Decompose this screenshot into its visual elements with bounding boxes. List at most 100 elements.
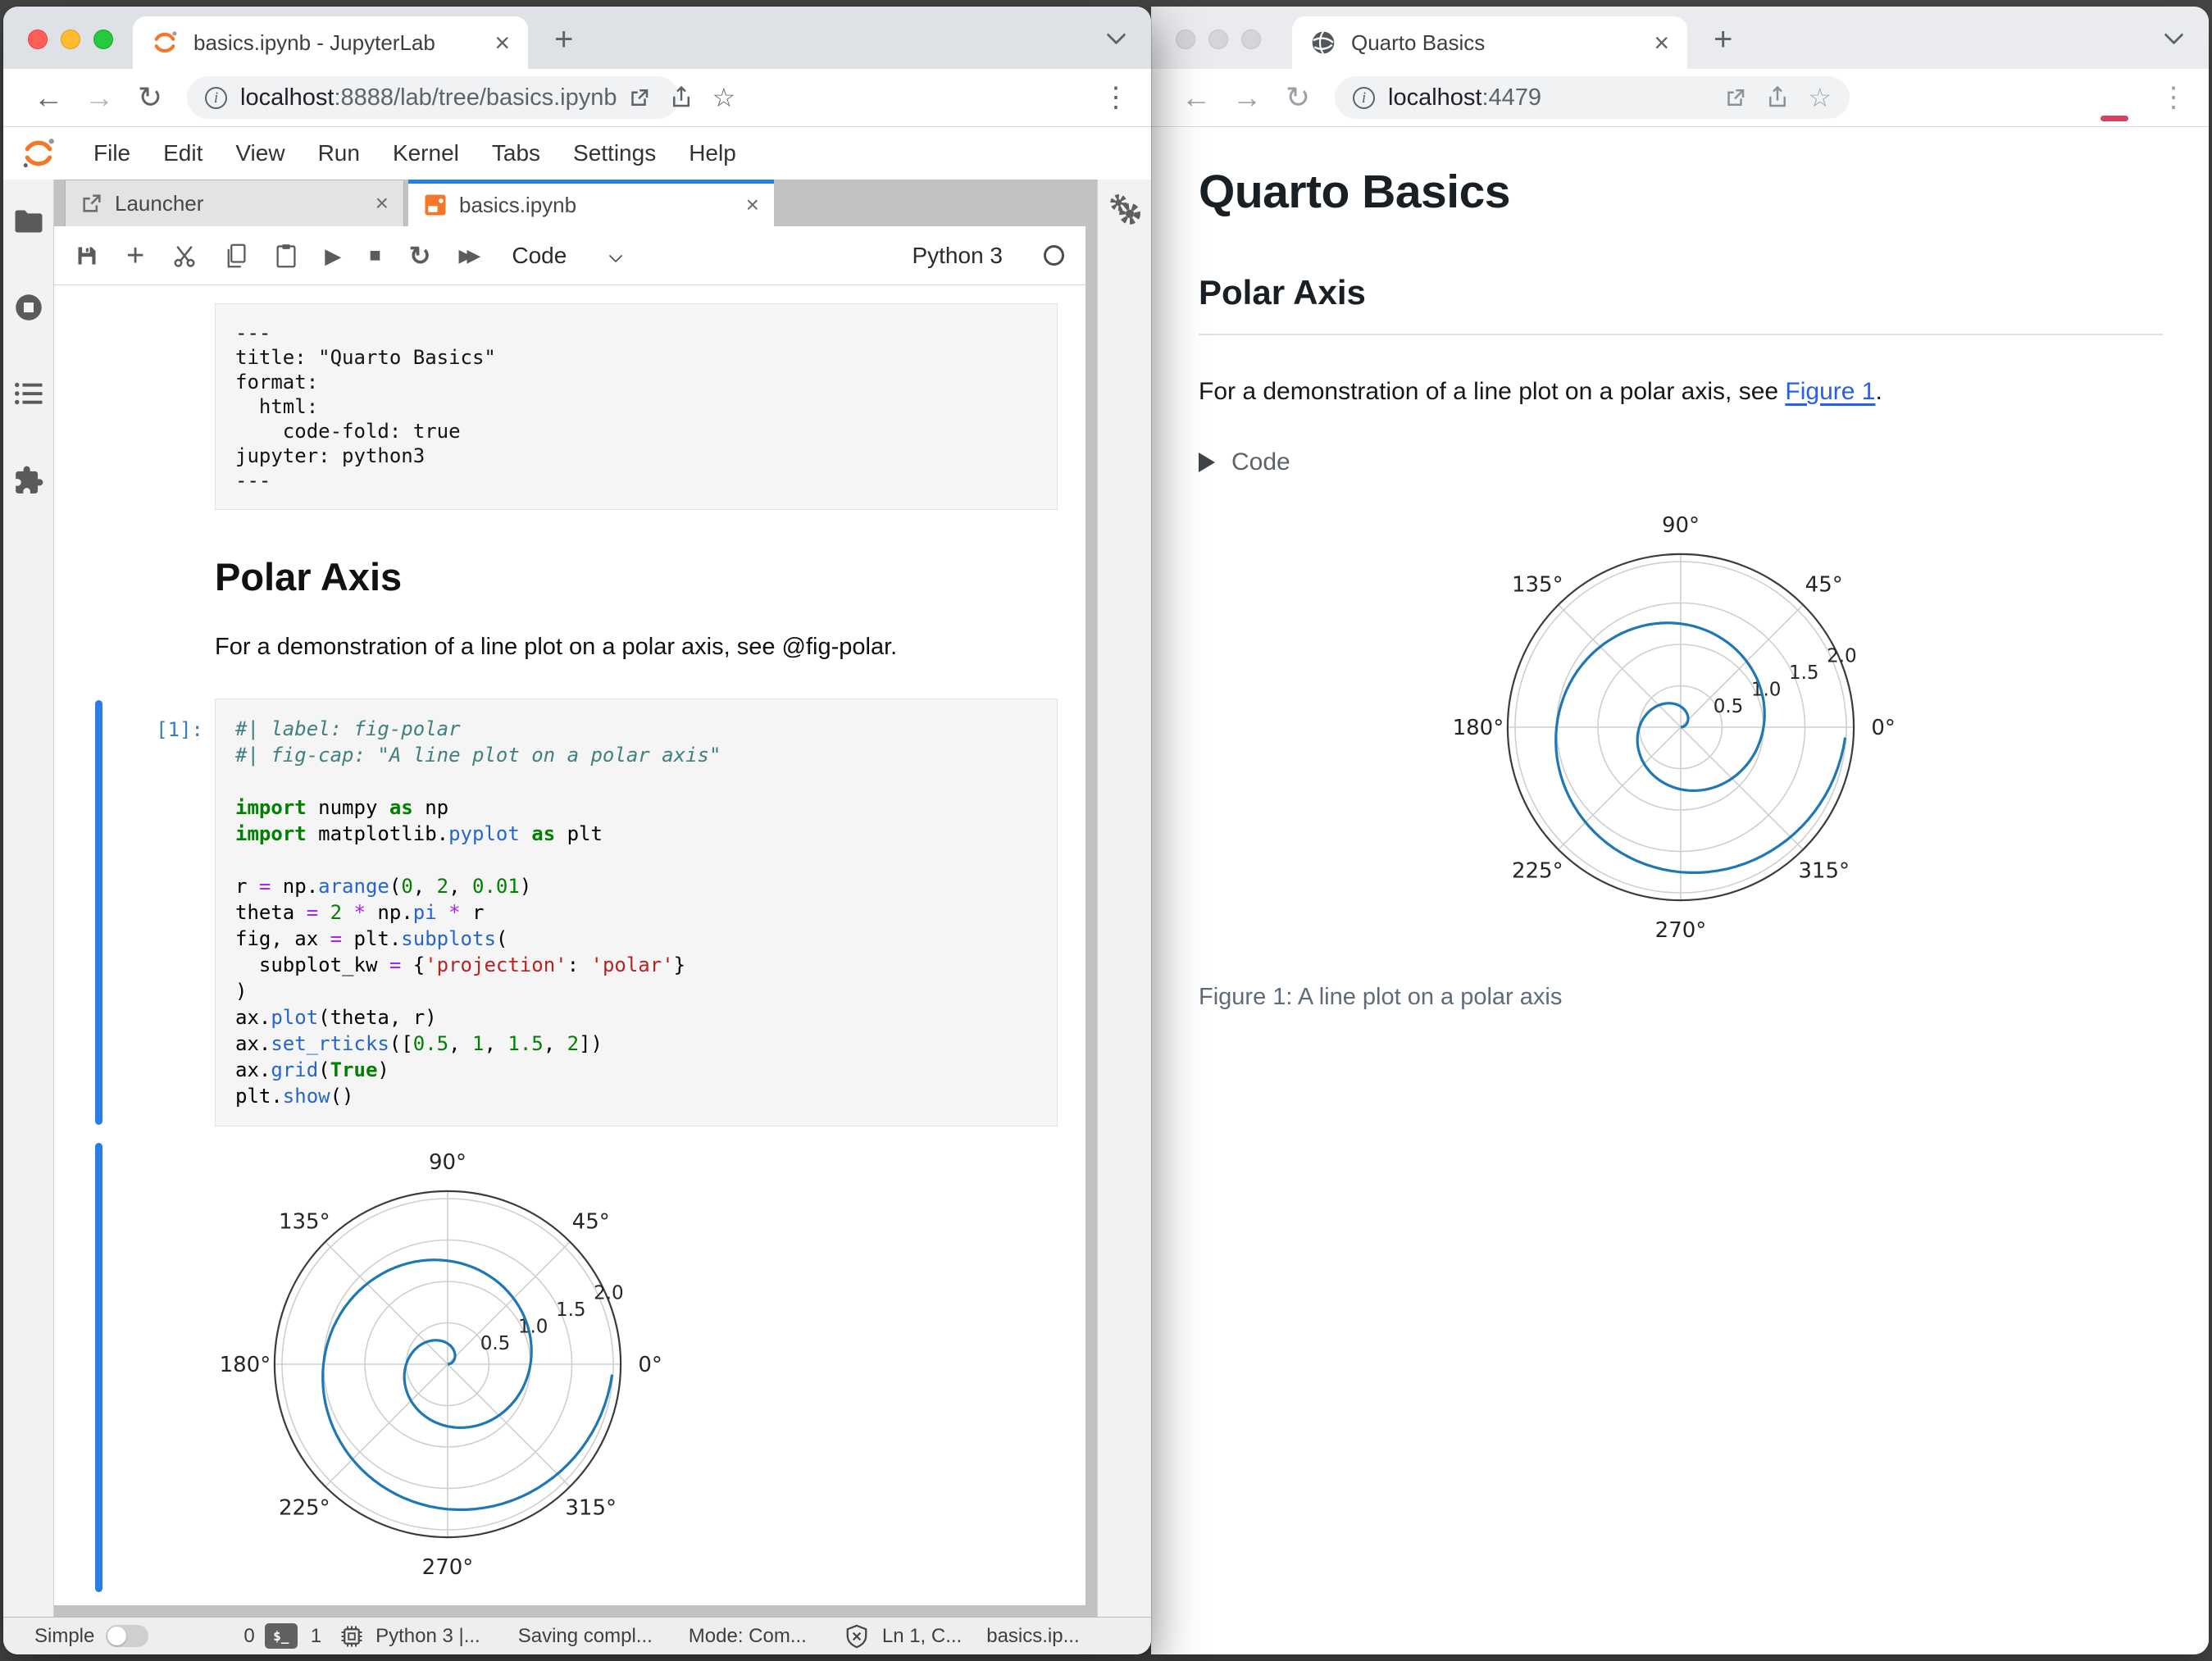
run-cell-icon[interactable]: ▶ <box>325 245 341 266</box>
browser-tab-quarto[interactable]: Quarto Basics × <box>1292 16 1687 69</box>
svg-text:270°: 270° <box>1655 918 1707 943</box>
terminal-count[interactable]: 0 <box>244 1625 254 1648</box>
svg-text:2.0: 2.0 <box>1827 646 1857 667</box>
menu-item-kernel[interactable]: Kernel <box>376 140 476 166</box>
copy-icon[interactable] <box>225 243 248 268</box>
raw-yaml-cell[interactable]: --- title: "Quarto Basics" format: html: c… <box>215 303 1058 510</box>
notebook-panel: + ▶ ■ ↻ ▶▶ Code Python 3 --- title: "Qua… <box>54 226 1086 1605</box>
cell-collapser[interactable] <box>95 700 102 1125</box>
paste-icon[interactable] <box>275 243 297 268</box>
zoom-window-button[interactable] <box>93 30 113 49</box>
new-tab-button[interactable]: + <box>554 21 573 58</box>
browser-menu-icon[interactable]: ⋮ <box>2160 81 2187 114</box>
cell-type-select[interactable]: Code <box>512 243 567 269</box>
open-in-new-icon[interactable] <box>1723 85 1747 110</box>
jupyterlab-browser-window: basics.ipynb - JupyterLab × + ← → ↻ i lo… <box>3 7 1151 1654</box>
page-title: Quarto Basics <box>1199 166 1510 218</box>
extension-badge <box>2100 116 2128 121</box>
site-info-icon[interactable]: i <box>1353 86 1375 109</box>
code-fold-disclosure[interactable]: Code <box>1199 448 2163 476</box>
stop-kernel-icon[interactable]: ■ <box>369 245 381 266</box>
cell-type-chevron-icon[interactable] <box>608 248 623 262</box>
menu-item-view[interactable]: View <box>219 140 301 166</box>
kernel-status-icon[interactable] <box>1044 245 1064 266</box>
menu-item-help[interactable]: Help <box>672 140 753 166</box>
new-tab-button[interactable]: + <box>1714 21 1732 58</box>
tab-close-icon[interactable]: × <box>375 190 389 216</box>
tab-launcher-label: Launcher <box>115 190 204 216</box>
figure-caption: Figure 1: A line plot on a polar axis <box>1199 984 1563 1010</box>
restart-kernel-icon[interactable]: ↻ <box>409 243 431 269</box>
svg-text:180°: 180° <box>1453 716 1504 740</box>
extension-manager-icon[interactable] <box>13 465 44 496</box>
kernel-status-text[interactable]: Python 3 |... <box>375 1625 480 1648</box>
share-icon[interactable] <box>669 85 694 110</box>
trust-shield-icon[interactable] <box>844 1624 869 1649</box>
bookmark-star-icon[interactable]: ☆ <box>712 84 735 111</box>
notebook-toolbar: + ▶ ■ ↻ ▶▶ Code Python 3 <box>54 226 1086 285</box>
menu-item-settings[interactable]: Settings <box>557 140 672 166</box>
cut-icon[interactable] <box>172 243 197 268</box>
svg-text:135°: 135° <box>1512 572 1563 597</box>
reload-icon[interactable]: ↻ <box>125 80 175 115</box>
browser-tabstrip: basics.ipynb - JupyterLab × + <box>3 7 1151 69</box>
svg-text:270°: 270° <box>422 1555 474 1580</box>
main-dock-panel: Launcher × basics.ipynb × + ▶ ■ ↻ ▶▶ Cod… <box>54 180 1097 1617</box>
tab-launcher[interactable]: Launcher × <box>65 180 404 226</box>
minimize-window-button[interactable] <box>1208 30 1228 49</box>
address-bar[interactable]: i localhost:4479 ☆ <box>1335 76 1850 119</box>
kernel-count[interactable]: 1 <box>311 1625 321 1648</box>
address-bar[interactable]: i localhost:8888/lab/tree/basics.ipynb ☆ <box>187 76 735 119</box>
open-in-new-icon[interactable] <box>626 85 651 110</box>
code-cell[interactable]: [1]: #| label: fig-polar #| fig-cap: "A l… <box>54 699 1086 1126</box>
kernel-name[interactable]: Python 3 <box>912 243 1003 269</box>
menubar-items: File Edit View Run Kernel Tabs Settings Help <box>77 140 753 166</box>
menu-item-tabs[interactable]: Tabs <box>476 140 557 166</box>
section-heading: Polar Axis <box>1199 273 2163 335</box>
browser-toolbar: ← → ↻ i localhost:8888/lab/tree/basics.i… <box>3 69 1151 127</box>
tab-close-icon[interactable]: × <box>746 192 759 218</box>
browser-tab-jupyterlab[interactable]: basics.ipynb - JupyterLab × <box>133 16 528 69</box>
output-cell: 0° 45° 90° 135° 180° 225° 270° 315° 0.5 1.0 1.5 2.0 <box>54 1141 1086 1594</box>
reload-icon[interactable]: ↻ <box>1272 80 1323 115</box>
tab-notebook[interactable]: basics.ipynb × <box>408 180 774 226</box>
forward-icon[interactable]: → <box>1222 80 1272 115</box>
site-info-icon[interactable]: i <box>205 86 227 109</box>
cursor-position[interactable]: Ln 1, C... <box>882 1625 962 1648</box>
output-collapser[interactable] <box>95 1143 102 1592</box>
tab-close-icon[interactable]: × <box>1654 30 1669 56</box>
insert-cell-icon[interactable]: + <box>126 240 144 271</box>
running-kernels-icon[interactable] <box>14 293 43 322</box>
run-all-icon[interactable]: ▶▶ <box>459 246 481 265</box>
back-icon[interactable]: ← <box>1171 80 1222 115</box>
zoom-window-button[interactable] <box>1241 30 1261 49</box>
menu-item-edit[interactable]: Edit <box>147 140 219 166</box>
terminal-icon: $_ <box>264 1623 298 1649</box>
menu-item-file[interactable]: File <box>77 140 147 166</box>
back-icon[interactable]: ← <box>23 80 74 115</box>
svg-text:1.5: 1.5 <box>1789 662 1819 684</box>
intro-paragraph: For a demonstration of a line plot on a … <box>1199 378 1882 405</box>
forward-icon[interactable]: → <box>74 80 125 115</box>
bookmark-star-icon[interactable]: ☆ <box>1808 84 1832 111</box>
save-icon[interactable] <box>75 244 98 267</box>
share-icon[interactable] <box>1765 85 1790 110</box>
tab-search-chevron-icon[interactable] <box>2164 25 2184 45</box>
menu-item-run[interactable]: Run <box>302 140 376 166</box>
table-of-contents-icon[interactable] <box>14 381 43 406</box>
property-inspector-icon[interactable] <box>1106 193 1144 229</box>
svg-text:180°: 180° <box>220 1353 271 1377</box>
svg-text:45°: 45° <box>572 1209 610 1234</box>
close-window-button[interactable] <box>1176 30 1195 49</box>
simple-mode-toggle[interactable] <box>106 1625 149 1647</box>
browser-menu-icon[interactable]: ⋮ <box>1102 81 1130 114</box>
minimize-window-button[interactable] <box>61 30 80 49</box>
file-browser-icon[interactable] <box>14 209 43 234</box>
code-editor[interactable]: #| label: fig-polar #| fig-cap: "A line p… <box>215 699 1058 1126</box>
svg-text:1.5: 1.5 <box>556 1299 586 1321</box>
close-window-button[interactable] <box>28 30 48 49</box>
figure-1-link[interactable]: Figure 1 <box>1785 378 1875 405</box>
tab-close-icon[interactable]: × <box>494 30 510 56</box>
polar-plot-figure: 0° 45° 90° 135° 180° 225° 270° 315° 0.5 1.0 1.5 2.0 <box>1435 504 1927 951</box>
tab-search-chevron-icon[interactable] <box>1106 25 1126 45</box>
